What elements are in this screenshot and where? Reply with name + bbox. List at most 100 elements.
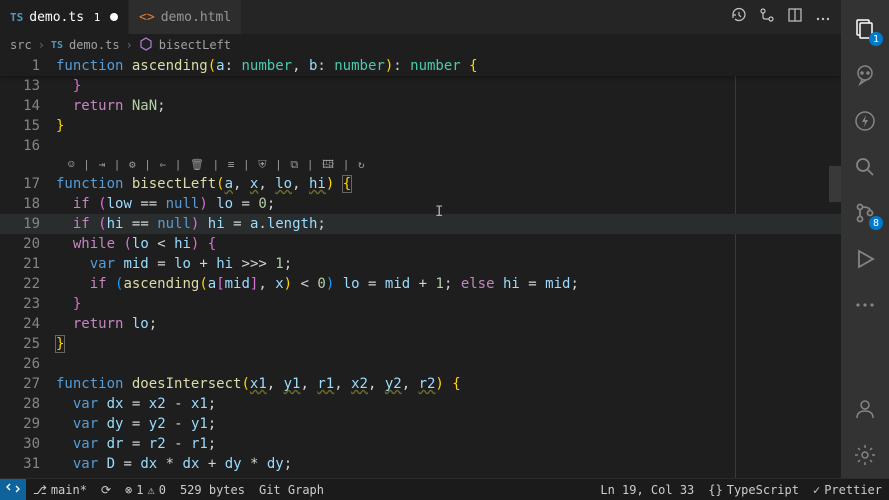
activity-explorer[interactable]: 1 <box>841 6 889 52</box>
formatter-indicator[interactable]: ✓ Prettier <box>806 479 889 500</box>
line-number: 16 <box>0 136 56 156</box>
minimap[interactable] <box>829 56 841 478</box>
code-line[interactable]: return NaN; <box>56 96 841 116</box>
gitgraph-button[interactable]: Git Graph <box>252 479 331 500</box>
line-number: 1 <box>0 56 56 76</box>
code-line[interactable]: } <box>56 294 841 314</box>
code-line[interactable]: var dx = x2 - x1; <box>56 394 841 414</box>
code-line[interactable]: } <box>56 334 841 354</box>
cursor-position-value: Ln 19, Col 33 <box>600 483 694 497</box>
more-icon[interactable] <box>815 10 831 25</box>
scm-badge: 8 <box>869 216 883 230</box>
tab-label: demo.ts <box>29 10 84 25</box>
line-number: 17 <box>0 174 56 194</box>
line-number: 24 <box>0 314 56 334</box>
formatter-label: Prettier <box>824 483 882 497</box>
tab-bar: TS demo.ts 1 <> demo.html <box>0 0 841 34</box>
typescript-icon: TS <box>51 40 63 51</box>
error-icon: ⊗ <box>125 483 132 497</box>
method-icon <box>139 37 153 54</box>
branch-icon: ⎇ <box>33 483 47 497</box>
activity-settings[interactable] <box>841 432 889 478</box>
line-number: 15 <box>0 116 56 136</box>
sticky-scroll[interactable]: 1 function ascending(a: number, b: numbe… <box>0 56 841 76</box>
activity-chat[interactable] <box>841 52 889 98</box>
activity-bar: 1 8 <box>841 0 889 478</box>
html-icon: <> <box>139 10 155 25</box>
code-line[interactable]: function bisectLeft(a, x, lo, hi) { <box>56 174 841 194</box>
activity-account[interactable] <box>841 386 889 432</box>
line-number: 19 <box>0 214 56 234</box>
code-line[interactable]: function doesIntersect(x1, y1, r1, x2, y… <box>56 374 841 394</box>
warning-icon: ⚠ <box>147 483 154 497</box>
breadcrumb-file[interactable]: demo.ts <box>69 38 120 52</box>
line-number: 18 <box>0 194 56 214</box>
explorer-badge: 1 <box>869 32 883 46</box>
code-line[interactable]: while (lo < hi) { <box>56 234 841 254</box>
code-editor[interactable]: 1 function ascending(a: number, b: numbe… <box>0 56 841 478</box>
text-cursor-icon: I <box>435 202 443 222</box>
sticky-line-content: function ascending(a: number, b: number)… <box>56 56 841 76</box>
tab-dirty-indicator <box>110 13 118 21</box>
line-number: 22 <box>0 274 56 294</box>
code-line[interactable]: return lo; <box>56 314 841 334</box>
breadcrumb-symbol[interactable]: bisectLeft <box>159 38 231 52</box>
activity-run-debug[interactable] <box>841 236 889 282</box>
code-line[interactable]: if (ascending(a[mid], x) < 0) lo = mid +… <box>56 274 841 294</box>
typescript-icon: TS <box>10 11 23 24</box>
line-number: 23 <box>0 294 56 314</box>
activity-more[interactable] <box>841 282 889 328</box>
line-number: 31 <box>0 454 56 474</box>
problems-indicator[interactable]: ⊗ 1 ⚠ 0 <box>118 479 173 500</box>
tab-problems-badge: 1 <box>90 10 104 24</box>
remote-indicator[interactable] <box>0 479 26 500</box>
gitgraph-label: Git Graph <box>259 483 324 497</box>
line-number: 14 <box>0 96 56 116</box>
line-number: 29 <box>0 414 56 434</box>
chevron-right-icon: › <box>38 38 45 52</box>
line-number: 13 <box>0 76 56 96</box>
activity-source-control[interactable]: 8 <box>841 190 889 236</box>
code-line[interactable]: var mid = lo + hi >>> 1; <box>56 254 841 274</box>
cursor-position[interactable]: Ln 19, Col 33 <box>593 479 701 500</box>
tab-demo-html[interactable]: <> demo.html <box>129 0 242 34</box>
breadcrumb-folder[interactable]: src <box>10 38 32 52</box>
braces-icon: {} <box>708 483 722 497</box>
line-number: 25 <box>0 334 56 354</box>
filesize-indicator[interactable]: 529 bytes <box>173 479 252 500</box>
chevron-right-icon: › <box>126 38 133 52</box>
activity-search[interactable] <box>841 144 889 190</box>
minimap-slider[interactable] <box>829 166 841 202</box>
compare-icon[interactable] <box>759 7 775 27</box>
codelens-actions[interactable]: ☺ | ⇥ | ⚙ | ⇐ | 🗑 | ≡ | ⛨ | ⧉ | 🖽 | ↻ <box>68 155 366 175</box>
line-number: 20 <box>0 234 56 254</box>
sync-button[interactable]: ⟳ <box>94 479 118 500</box>
sync-icon: ⟳ <box>101 483 111 497</box>
status-bar: ⎇ main* ⟳ ⊗ 1 ⚠ 0 529 bytes Git Graph Ln… <box>0 478 889 500</box>
editor-region: TS demo.ts 1 <> demo.html src › TS demo.… <box>0 0 841 478</box>
code-line[interactable]: if (hi == null) hi = a.length; <box>56 214 841 234</box>
code-lines[interactable]: 13 } 14 return NaN; 15} 16 ☺ | ⇥ | ⚙ | ⇐… <box>0 76 841 478</box>
code-line[interactable]: if (low == null) lo = 0; <box>56 194 841 214</box>
code-line[interactable]: var dy = y2 - y1; <box>56 414 841 434</box>
branch-name: main* <box>51 483 87 497</box>
warning-count: 0 <box>159 483 166 497</box>
code-line[interactable]: var D = dx * dx + dy * dy; <box>56 454 841 474</box>
tab-demo-ts[interactable]: TS demo.ts 1 <box>0 0 129 34</box>
line-number: 27 <box>0 374 56 394</box>
history-icon[interactable] <box>731 7 747 27</box>
breadcrumbs[interactable]: src › TS demo.ts › bisectLeft <box>0 34 841 56</box>
error-count: 1 <box>136 483 143 497</box>
code-line[interactable]: var dr = r2 - r1; <box>56 434 841 454</box>
code-line[interactable]: } <box>56 76 841 96</box>
code-line[interactable]: } <box>56 116 841 136</box>
line-number: 21 <box>0 254 56 274</box>
activity-zap[interactable] <box>841 98 889 144</box>
line-number: 26 <box>0 354 56 374</box>
codelens-row[interactable]: ☺ | ⇥ | ⚙ | ⇐ | 🗑 | ≡ | ⛨ | ⧉ | 🖽 | ↻ <box>0 156 841 174</box>
split-editor-icon[interactable] <box>787 7 803 27</box>
remote-icon <box>6 481 20 498</box>
branch-indicator[interactable]: ⎇ main* <box>26 479 94 500</box>
line-number: 28 <box>0 394 56 414</box>
language-mode[interactable]: {} TypeScript <box>701 479 806 500</box>
